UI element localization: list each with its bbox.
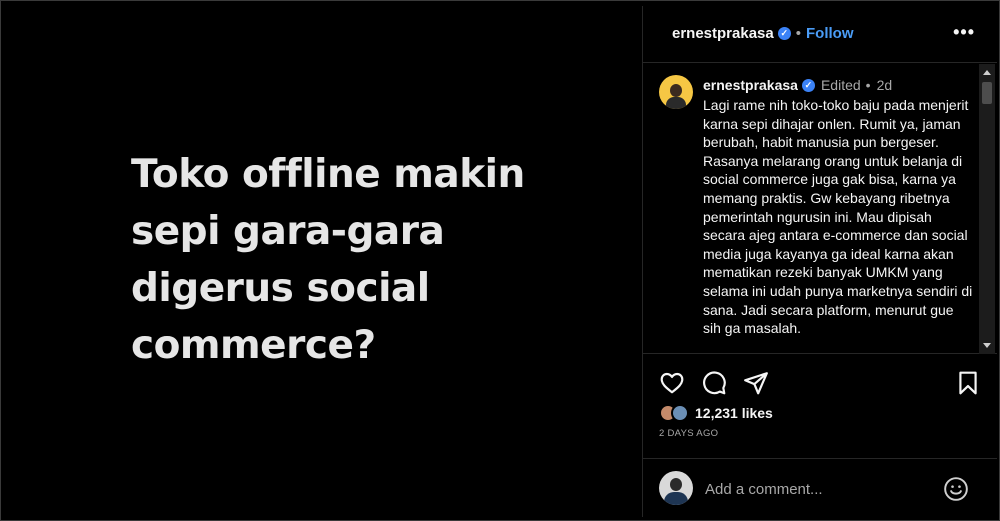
caption-username[interactable]: ernestprakasa bbox=[703, 77, 798, 93]
scroll-up-icon[interactable] bbox=[983, 70, 991, 75]
author-avatar[interactable] bbox=[659, 75, 693, 109]
send-icon[interactable] bbox=[743, 370, 769, 396]
post-side-panel: ernestprakasa ✓ • Follow ••• ernestpraka… bbox=[642, 6, 997, 517]
post-modal: Toko offline makin sepi gara-gara digeru… bbox=[0, 0, 1000, 521]
edited-label: Edited bbox=[820, 77, 861, 93]
bookmark-icon[interactable] bbox=[955, 370, 981, 396]
header-separator: • bbox=[795, 25, 801, 42]
scroll-down-icon[interactable] bbox=[983, 343, 991, 348]
header-user-row: ernestprakasa ✓ • Follow bbox=[672, 25, 854, 42]
post-media[interactable]: Toko offline makin sepi gara-gara digeru… bbox=[9, 6, 641, 517]
avatar-body bbox=[666, 97, 686, 109]
comment-input[interactable] bbox=[705, 478, 925, 500]
post-header: ernestprakasa ✓ • Follow ••• bbox=[643, 6, 997, 63]
liker-avatar[interactable] bbox=[671, 404, 689, 422]
caption-scrollbar[interactable] bbox=[979, 64, 995, 354]
comment-icon[interactable] bbox=[701, 370, 727, 396]
verified-badge-icon: ✓ bbox=[801, 78, 815, 92]
heart-icon[interactable] bbox=[659, 370, 685, 396]
smiley-icon[interactable] bbox=[943, 476, 969, 502]
avatar-body bbox=[664, 492, 688, 505]
avatar-head bbox=[670, 84, 682, 97]
avatar-head bbox=[670, 478, 682, 491]
more-horizontal-icon[interactable]: ••• bbox=[953, 22, 975, 43]
action-bar bbox=[659, 370, 981, 396]
likes-row: 12,231 likes bbox=[659, 404, 773, 422]
media-headline: Toko offline makin sepi gara-gara digeru… bbox=[131, 152, 525, 368]
verified-badge-icon: ✓ bbox=[777, 27, 791, 40]
header-username[interactable]: ernestprakasa bbox=[672, 25, 774, 42]
caption-area: ernestprakasa ✓ Edited • 2d Lagi rame ni… bbox=[643, 64, 997, 354]
scroll-thumb[interactable] bbox=[982, 82, 992, 104]
caption-text: Lagi rame nih toko-toko baju pada menjer… bbox=[703, 97, 973, 337]
post-timestamp[interactable]: 2 DAYS AGO bbox=[659, 428, 718, 439]
follow-button[interactable]: Follow bbox=[806, 25, 854, 42]
current-user-avatar bbox=[659, 471, 693, 505]
likes-count[interactable]: 12,231 likes bbox=[695, 405, 773, 421]
comment-bar bbox=[643, 458, 997, 517]
caption-separator: • bbox=[865, 77, 871, 93]
caption-age[interactable]: 2d bbox=[877, 77, 893, 93]
caption-user-row: ernestprakasa ✓ Edited • 2d bbox=[703, 77, 892, 93]
